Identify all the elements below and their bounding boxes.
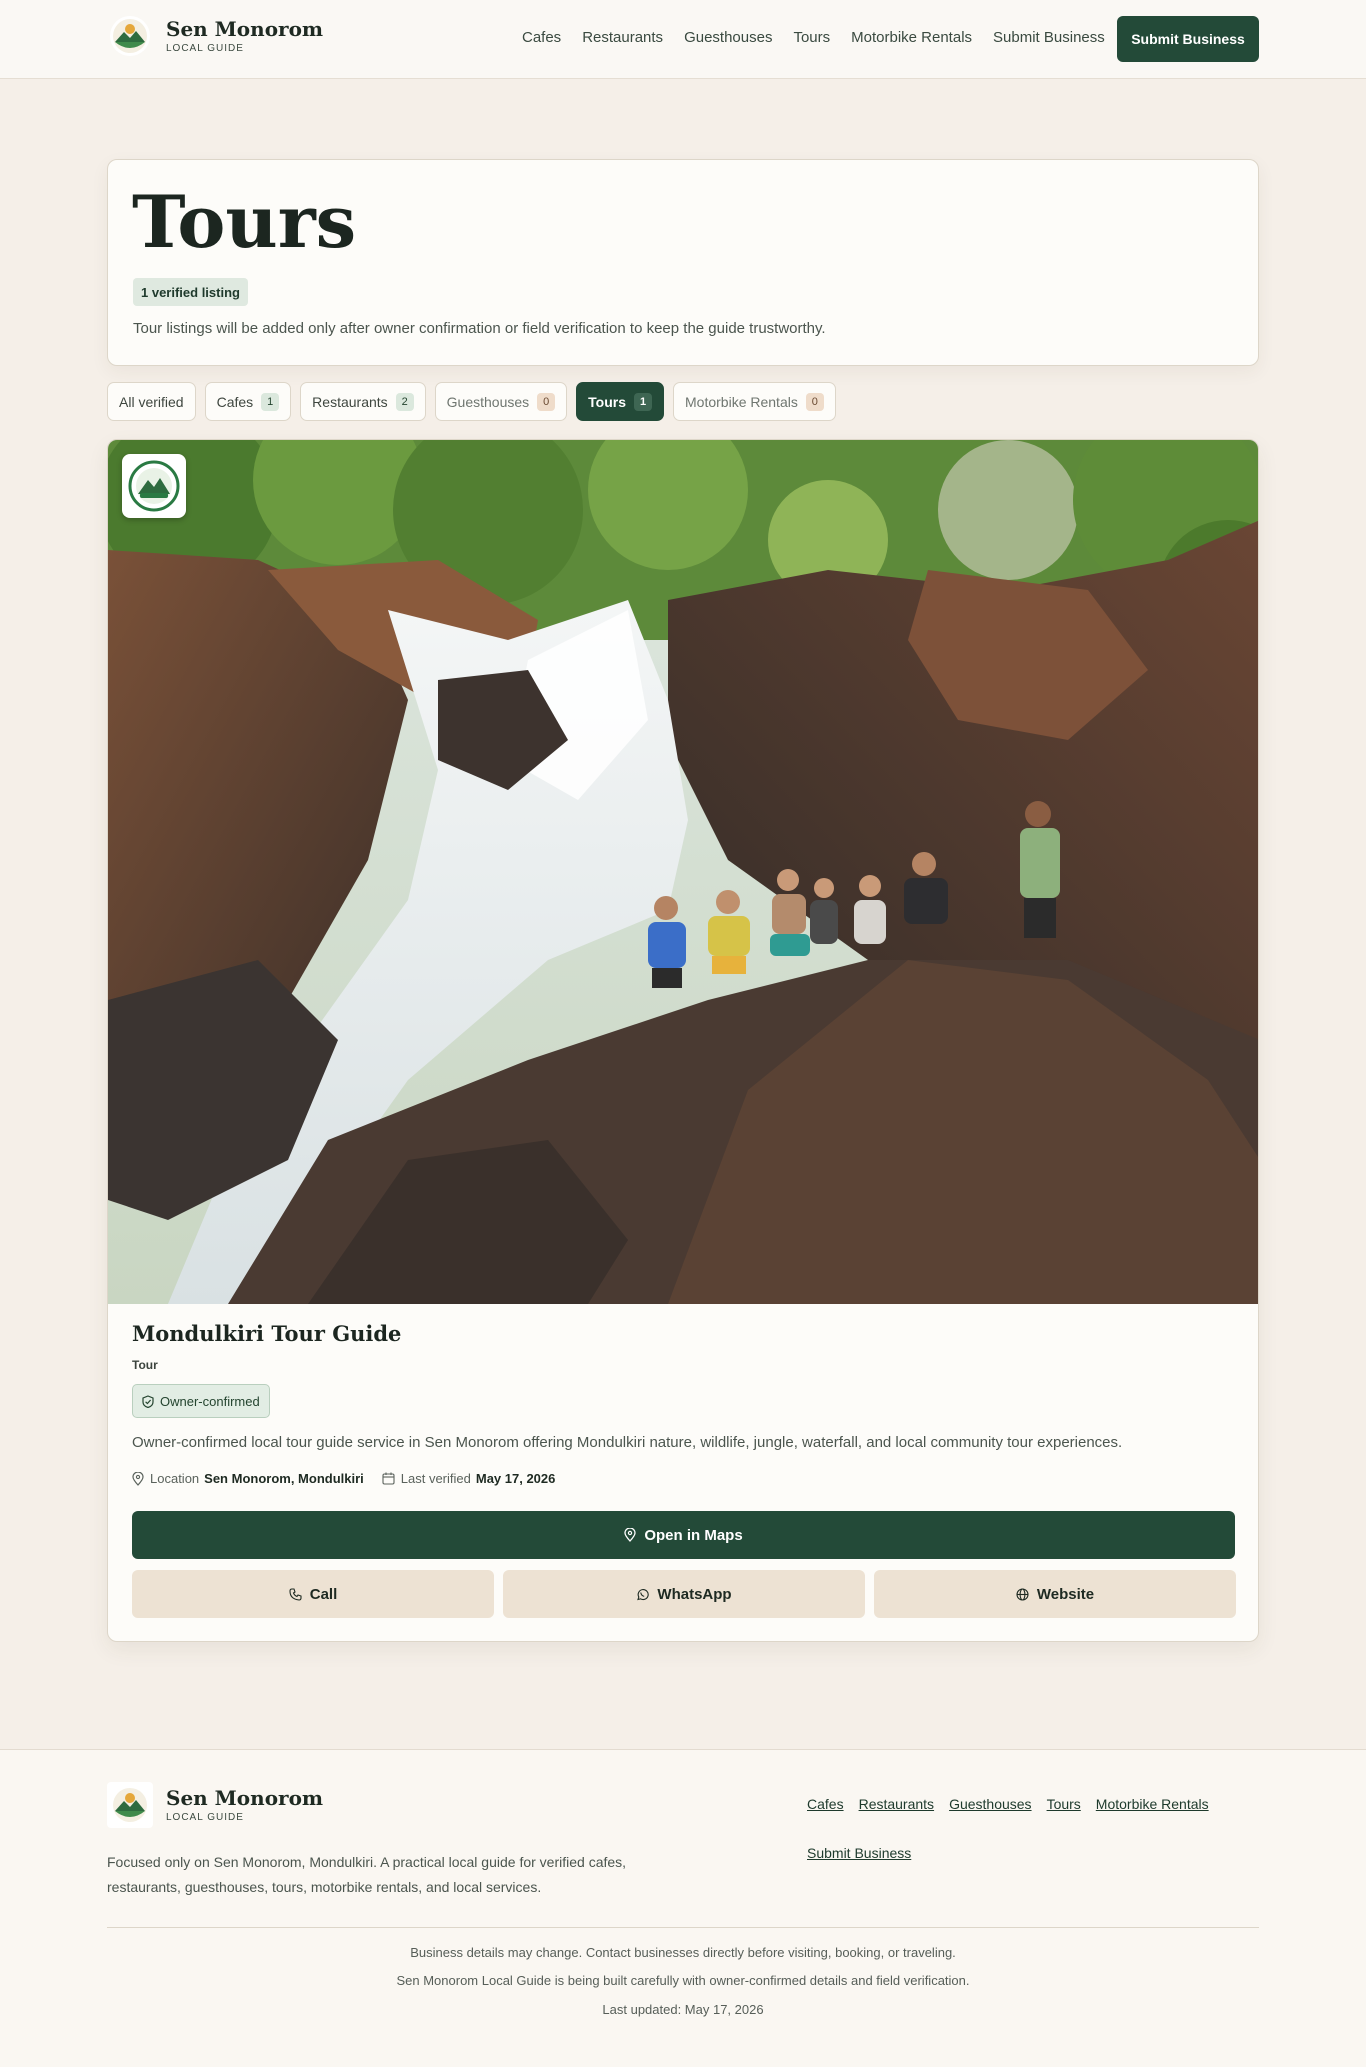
filter-label: Motorbike Rentals	[685, 393, 798, 410]
footer-link-cafes[interactable]: Cafes	[807, 1794, 844, 1814]
footer-logo-icon	[107, 1782, 153, 1828]
brand-subtitle: LOCAL GUIDE	[166, 43, 244, 54]
site-footer: Sen Monorom LOCAL GUIDE Focused only on …	[0, 1749, 1366, 2067]
site-header: Sen Monorom LOCAL GUIDE Cafes Restaurant…	[0, 0, 1366, 79]
location-label: Location	[150, 1471, 200, 1486]
owner-confirmed-badge: Owner-confirmed	[132, 1384, 270, 1418]
filter-motorbike-rentals[interactable]: Motorbike Rentals 0	[673, 382, 836, 421]
filter-guesthouses[interactable]: Guesthouses 0	[434, 382, 568, 421]
brand-name: Sen Monorom	[166, 17, 324, 41]
listing-description: Owner-confirmed local tour guide service…	[132, 1434, 1123, 1451]
call-label: Call	[309, 1585, 338, 1603]
footer-links: Cafes Restaurants Guesthouses Tours Moto…	[807, 1794, 1267, 1892]
filter-count: 0	[805, 392, 824, 411]
website-button[interactable]: Website	[874, 1570, 1236, 1618]
tour-operator-logo	[122, 454, 186, 518]
footer-brand[interactable]: Sen Monorom LOCAL GUIDE	[107, 1782, 323, 1828]
footer-brand-subtitle: LOCAL GUIDE	[166, 1812, 244, 1823]
website-label: Website	[1036, 1585, 1095, 1603]
footer-last-updated: Last updated: May 17, 2026	[602, 2002, 764, 2017]
filter-count: 1	[261, 392, 280, 411]
footer-divider	[107, 1927, 1259, 1928]
last-verified-value: May 17, 2026	[475, 1471, 556, 1486]
filter-label: All verified	[119, 393, 184, 410]
globe-icon	[1016, 1587, 1029, 1601]
footer-build-note: Sen Monorom Local Guide is being built c…	[396, 1973, 970, 1988]
nav-link-guesthouses[interactable]: Guesthouses	[684, 28, 772, 48]
call-button[interactable]: Call	[132, 1570, 494, 1618]
filter-all-verified[interactable]: All verified	[107, 382, 196, 421]
page-title: Tours	[132, 179, 357, 264]
open-in-maps-button[interactable]: Open in Maps	[132, 1511, 1235, 1559]
owner-confirmed-label: Owner-confirmed	[160, 1393, 260, 1409]
filter-cafes[interactable]: Cafes 1	[204, 382, 292, 421]
listing-title: Mondulkiri Tour Guide	[132, 1321, 402, 1346]
nav-link-cafes[interactable]: Cafes	[522, 28, 561, 48]
calendar-icon	[382, 1472, 395, 1485]
footer-link-restaurants[interactable]: Restaurants	[859, 1794, 934, 1814]
filter-count: 1	[634, 392, 653, 411]
contact-buttons: Call WhatsApp Website	[132, 1570, 1236, 1618]
nav-link-restaurants[interactable]: Restaurants	[582, 28, 663, 48]
footer-description: Focused only on Sen Monorom, Mondulkiri.…	[107, 1854, 627, 1895]
footer-link-motorbike-rentals[interactable]: Motorbike Rentals	[1096, 1794, 1209, 1814]
brand-logo-icon	[110, 16, 150, 56]
nav-link-submit-business[interactable]: Submit Business	[993, 28, 1105, 48]
nav-link-motorbike-rentals[interactable]: Motorbike Rentals	[851, 28, 972, 48]
whatsapp-icon	[636, 1588, 650, 1601]
shield-check-icon	[142, 1394, 154, 1408]
phone-icon	[289, 1587, 302, 1601]
submit-business-button[interactable]: Submit Business	[1117, 16, 1259, 62]
verified-count-badge: 1 verified listing	[133, 278, 248, 306]
filter-label: Restaurants	[312, 393, 388, 410]
main-nav: Cafes Restaurants Guesthouses Tours Moto…	[522, 28, 1126, 48]
filter-restaurants[interactable]: Restaurants 2	[300, 382, 426, 421]
whatsapp-label: WhatsApp	[657, 1585, 732, 1603]
footer-brand-name: Sen Monorom	[166, 1786, 324, 1810]
last-verified-label: Last verified	[400, 1471, 471, 1486]
page-hero-card: Tours 1 verified listing Tour listings w…	[107, 159, 1259, 366]
listing-photo	[108, 440, 1258, 1304]
page-description: Tour listings will be added only after o…	[133, 320, 826, 337]
filter-tours[interactable]: Tours 1	[576, 382, 665, 421]
filter-count: 2	[395, 392, 414, 411]
footer-disclaimer: Business details may change. Contact bus…	[410, 1945, 956, 1960]
brand-logo-link[interactable]: Sen Monorom LOCAL GUIDE	[110, 16, 323, 56]
open-in-maps-label: Open in Maps	[644, 1526, 743, 1544]
footer-link-submit-business[interactable]: Submit Business	[807, 1843, 911, 1863]
category-filters: All verified Cafes 1 Restaurants 2 Guest…	[107, 382, 845, 421]
listing-meta: Location Sen Monorom, Mondulkiri Last ve…	[132, 1471, 573, 1486]
nav-link-tours[interactable]: Tours	[793, 28, 830, 48]
location-value: Sen Monorom, Mondulkiri	[204, 1471, 364, 1486]
whatsapp-button[interactable]: WhatsApp	[503, 1570, 865, 1618]
footer-link-tours[interactable]: Tours	[1047, 1794, 1081, 1814]
footer-link-guesthouses[interactable]: Guesthouses	[949, 1794, 1032, 1814]
filter-label: Tours	[588, 393, 627, 410]
listing-card: Mondulkiri Tour Guide Tour Owner-confirm…	[107, 439, 1259, 1642]
map-pin-icon	[624, 1528, 636, 1542]
filter-label: Guesthouses	[446, 393, 530, 410]
map-pin-icon	[132, 1471, 144, 1486]
filter-label: Cafes	[216, 393, 254, 410]
listing-type: Tour	[132, 1358, 158, 1372]
filter-count: 0	[537, 392, 556, 411]
